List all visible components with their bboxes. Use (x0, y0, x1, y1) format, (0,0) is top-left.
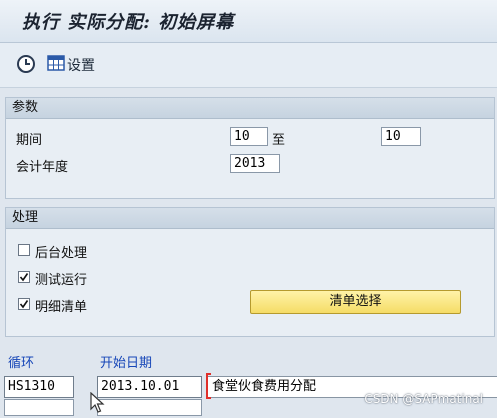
detail-list-checkbox[interactable] (18, 298, 30, 310)
watermark: CSDN @SAPmatinal (364, 392, 483, 406)
start-date-field-row2[interactable] (97, 399, 202, 416)
period-from-field[interactable]: 10 (230, 127, 268, 146)
highlight-marker (206, 373, 211, 399)
list-selection-button[interactable]: 清单选择 (250, 290, 461, 314)
cycle-field[interactable]: HS1310 (4, 376, 74, 398)
processing-group: 处理 后台处理 测试运行 明细清单 清单选择 (5, 207, 495, 337)
mouse-cursor-icon (90, 391, 106, 418)
background-processing-label: 后台处理 (35, 246, 88, 261)
cycle-field-row2[interactable] (4, 399, 74, 416)
parameters-group: 参数 期间 10 至 10 会计年度 2013 (5, 97, 495, 199)
test-run-checkbox[interactable] (18, 271, 30, 283)
settings-button[interactable]: 设置 (47, 55, 95, 75)
checkmark-icon (19, 273, 29, 282)
background-processing-checkbox[interactable] (18, 244, 30, 256)
checkmark-icon (19, 300, 29, 309)
application-toolbar: 设置 (0, 43, 497, 88)
period-to-field[interactable]: 10 (381, 127, 421, 146)
fiscal-year-field[interactable]: 2013 (230, 154, 280, 173)
detail-list-label: 明细清单 (35, 300, 88, 315)
start-date-column-header: 开始日期 (100, 356, 153, 371)
execute-clock-icon[interactable] (16, 54, 36, 74)
cycle-column-header: 循环 (8, 356, 35, 371)
settings-label: 设置 (67, 58, 95, 74)
settings-grid-icon (47, 55, 67, 75)
fiscal-year-label: 会计年度 (16, 160, 69, 175)
period-label: 期间 (16, 133, 43, 148)
test-run-label: 测试运行 (35, 273, 88, 288)
window-title: 执行 实际分配: 初始屏幕 (22, 12, 235, 33)
to-label: 至 (272, 133, 286, 148)
start-date-field[interactable]: 2013.10.01 (97, 376, 202, 398)
parameters-group-title: 参数 (6, 98, 494, 119)
processing-group-title: 处理 (6, 208, 494, 229)
title-bar: 执行 实际分配: 初始屏幕 (0, 0, 497, 43)
